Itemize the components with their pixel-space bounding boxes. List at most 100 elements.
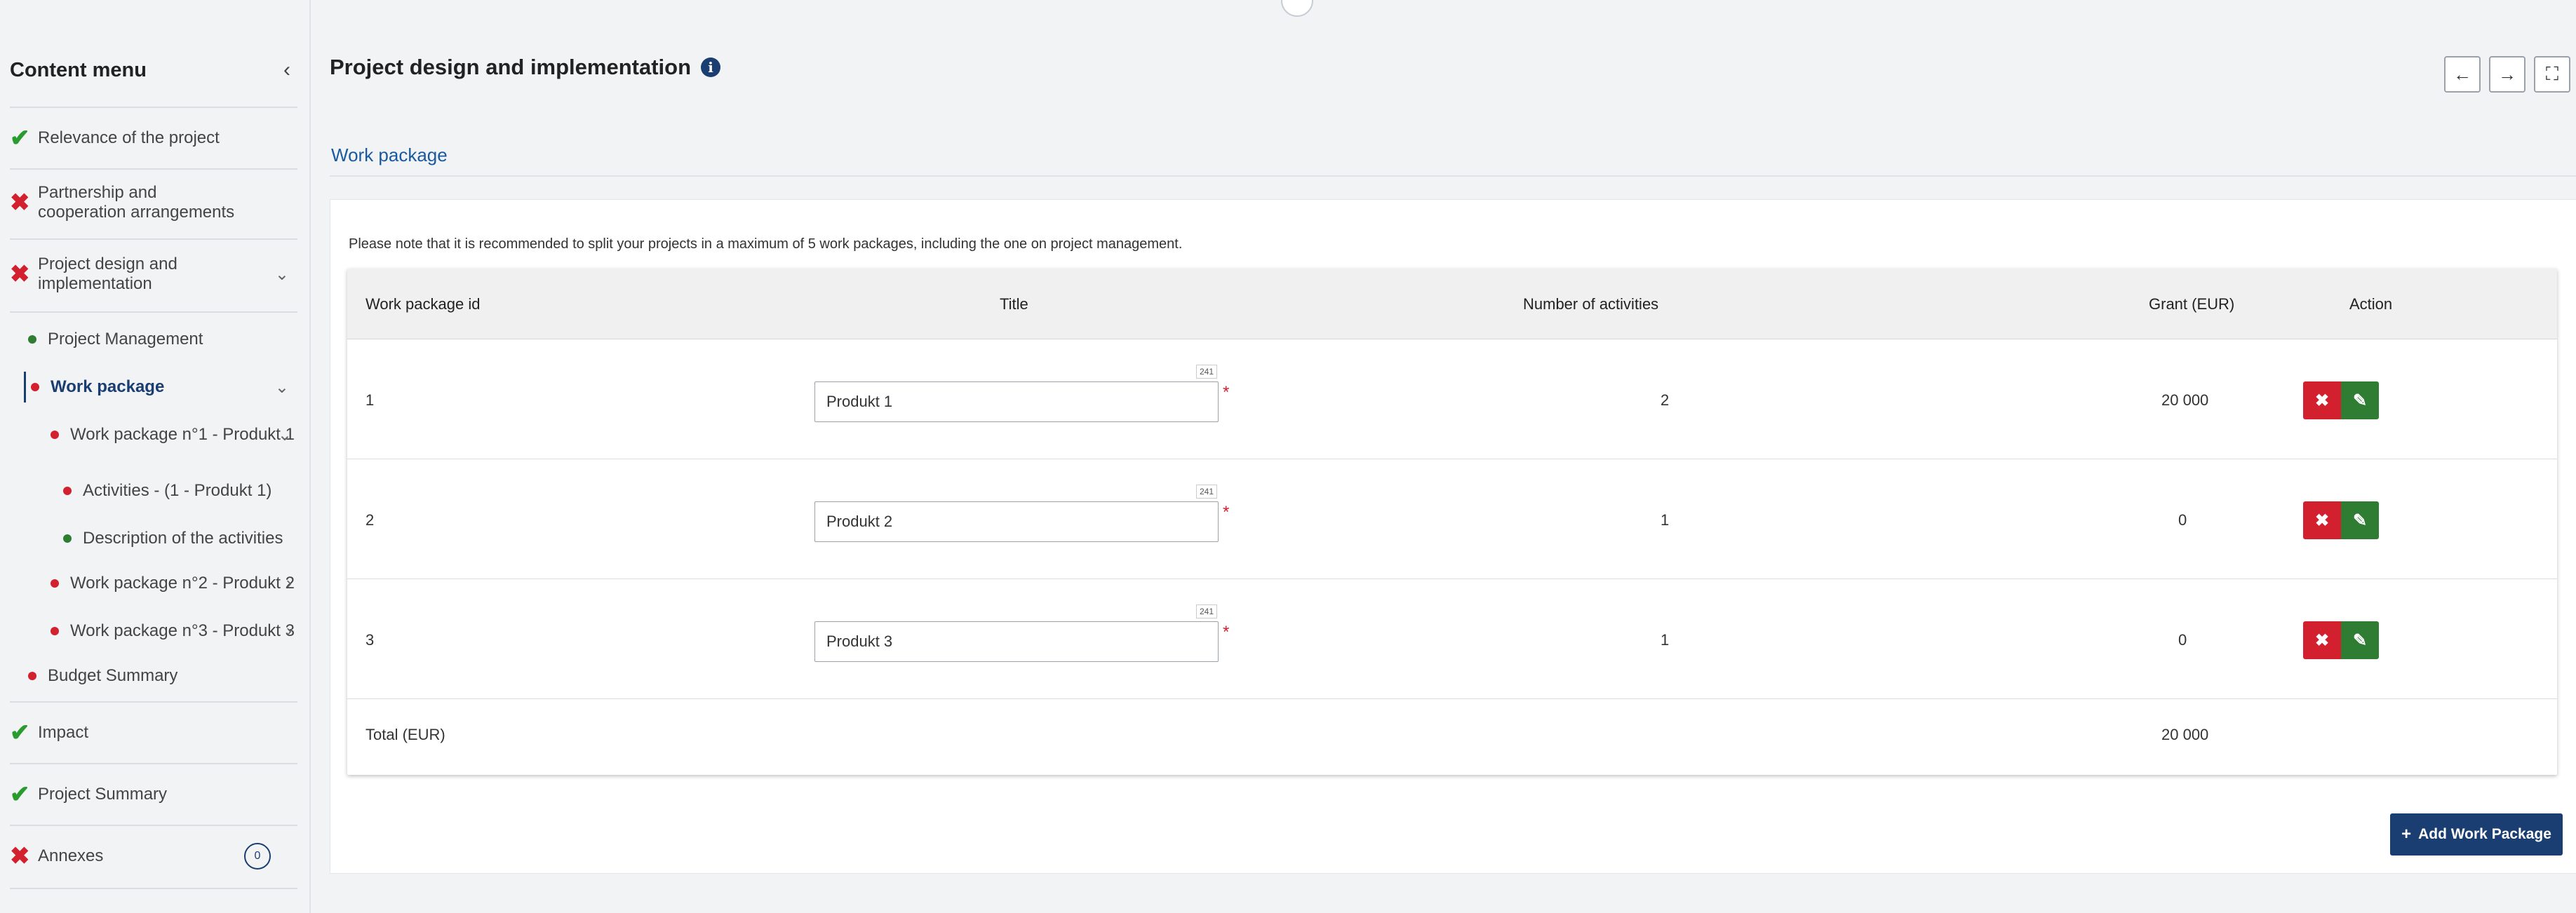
divider (10, 701, 297, 703)
sidebar-item-label: Work package n°2 - Produkt 2 (70, 574, 295, 593)
sidebar-item-label: Description of the activities (83, 529, 283, 548)
collapse-sidebar-icon[interactable]: ‹ (283, 58, 290, 82)
status-dot-icon (63, 534, 72, 543)
annex-count-badge: 0 (244, 843, 271, 870)
title-input[interactable] (814, 381, 1219, 422)
sidebar-item-impact[interactable]: ✔ Impact (10, 715, 297, 750)
chevron-down-icon[interactable]: ⌄ (278, 425, 292, 445)
title-input[interactable] (814, 501, 1219, 542)
table-header: Work package id Title Number of activiti… (347, 269, 2557, 339)
row-actions: ✖ ✎ (2303, 621, 2379, 659)
top-handle (1281, 0, 1313, 17)
activity-count: 1 (1661, 511, 1670, 529)
sidebar-item-project-management[interactable]: Project Management (28, 327, 297, 352)
divider (10, 825, 297, 826)
status-dot-icon (28, 335, 36, 344)
divider (10, 888, 297, 889)
page-title: Project design and implementation i (330, 55, 721, 80)
work-package-table: Work package id Title Number of activiti… (347, 269, 2557, 775)
edit-icon[interactable]: ✎ (2341, 501, 2379, 539)
back-arrow-icon[interactable]: ← (2444, 56, 2481, 93)
divider (10, 107, 297, 108)
info-icon[interactable]: i (701, 58, 721, 77)
char-counter: 241 (1196, 604, 1218, 618)
cross-icon: ✖ (10, 843, 30, 870)
sidebar-header: Content menu ‹ (10, 49, 297, 91)
divider (10, 311, 297, 313)
check-icon: ✔ (10, 781, 30, 808)
table-row: 1 241 * 2 20 000 ✖ ✎ (347, 339, 2557, 459)
chevron-down-icon[interactable]: ⌄ (275, 377, 289, 398)
sidebar-item-label: Work package n°1 - Produkt 1 (70, 425, 295, 444)
breadcrumb[interactable]: Work package (331, 144, 448, 166)
sidebar-item-project-design[interactable]: ✖ Project design and implementation ⌄ (10, 250, 297, 299)
required-mark: * (1223, 503, 1230, 522)
sidebar-item-wp3[interactable]: Work package n°3 - Produkt 3 › (51, 618, 297, 644)
info-note: Please note that it is recommended to sp… (349, 236, 1183, 252)
row-actions: ✖ ✎ (2303, 501, 2379, 539)
sidebar-item-label: Project design and implementation (38, 255, 177, 293)
sidebar-item-label: Work package (51, 377, 165, 396)
status-dot-icon (63, 487, 72, 495)
total-grant: 20 000 (2161, 726, 2209, 743)
column-header-grant: Grant (EUR) (2149, 295, 2235, 313)
sidebar-item-partnership[interactable]: ✖ Partnership and cooperation arrangemen… (10, 178, 297, 227)
sidebar-item-activities[interactable]: Activities - (1 - Produkt 1) (63, 478, 297, 503)
navigation-buttons: ← → ⛶ (2444, 56, 2570, 93)
cross-icon: ✖ (10, 189, 30, 216)
delete-icon[interactable]: ✖ (2303, 501, 2341, 539)
content-menu-sidebar: Content menu ‹ ✔ Relevance of the projec… (0, 0, 302, 913)
status-dot-icon (31, 383, 39, 391)
chevron-down-icon[interactable]: ⌄ (275, 264, 289, 285)
char-counter: 241 (1196, 365, 1218, 379)
chevron-right-icon[interactable]: › (286, 574, 292, 593)
column-header-activities: Number of activities (1523, 295, 1659, 313)
activity-count: 1 (1661, 631, 1670, 649)
sidebar-item-label: Project Summary (38, 785, 168, 804)
sidebar-item-label: Budget Summary (48, 666, 178, 685)
delete-icon[interactable]: ✖ (2303, 621, 2341, 659)
required-mark: * (1223, 623, 1230, 642)
table-row: 3 241 * 1 0 ✖ ✎ (347, 579, 2557, 699)
wp-id: 3 (365, 631, 375, 649)
chevron-right-icon[interactable]: › (286, 621, 292, 641)
sidebar-title: Content menu (10, 58, 147, 81)
divider (10, 763, 297, 764)
sidebar-item-label: Work package n°3 - Produkt 3 (70, 621, 295, 640)
delete-icon[interactable]: ✖ (2303, 381, 2341, 419)
sidebar-item-work-package[interactable]: Work package ⌄ (31, 374, 297, 400)
wp-id: 1 (365, 391, 375, 409)
column-header-action: Action (2349, 295, 2393, 313)
grant-value: 20 000 (2161, 391, 2209, 409)
divider (10, 238, 297, 240)
cross-icon: ✖ (10, 261, 30, 288)
check-icon: ✔ (10, 719, 30, 746)
sidebar-item-label: Partnership and cooperation arrangements (38, 183, 235, 222)
sidebar-item-budget-summary[interactable]: Budget Summary (28, 663, 297, 689)
sidebar-item-label: Annexes (38, 846, 104, 865)
wp-id: 2 (365, 511, 375, 529)
sidebar-item-wp1[interactable]: Work package n°1 - Produkt 1 ⌄ (51, 422, 297, 447)
sidebar-item-relevance[interactable]: ✔ Relevance of the project (10, 121, 297, 156)
sidebar-item-label: Relevance of the project (38, 128, 220, 147)
title-input[interactable] (814, 621, 1219, 662)
total-label: Total (EUR) (365, 726, 445, 743)
sidebar-item-annexes[interactable]: ✖ Annexes 0 (10, 839, 297, 874)
active-indicator (24, 372, 26, 403)
sidebar-item-description[interactable]: Description of the activities (63, 526, 297, 551)
sidebar-item-wp2[interactable]: Work package n°2 - Produkt 2 › (51, 571, 297, 596)
edit-icon[interactable]: ✎ (2341, 381, 2379, 419)
check-icon: ✔ (10, 125, 30, 151)
status-dot-icon (28, 672, 36, 680)
edit-icon[interactable]: ✎ (2341, 621, 2379, 659)
fullscreen-icon[interactable]: ⛶ (2534, 56, 2570, 93)
add-work-package-label: Add Work Package (2418, 826, 2551, 842)
table-row: 2 241 * 1 0 ✖ ✎ (347, 459, 2557, 579)
divider (10, 168, 297, 170)
char-counter: 241 (1196, 485, 1218, 499)
add-work-package-button[interactable]: + Add Work Package (2390, 813, 2563, 855)
sidebar-item-project-summary[interactable]: ✔ Project Summary (10, 777, 297, 812)
forward-arrow-icon[interactable]: → (2489, 56, 2525, 93)
sidebar-item-label: Activities - (1 - Produkt 1) (83, 481, 272, 500)
status-dot-icon (51, 627, 59, 635)
